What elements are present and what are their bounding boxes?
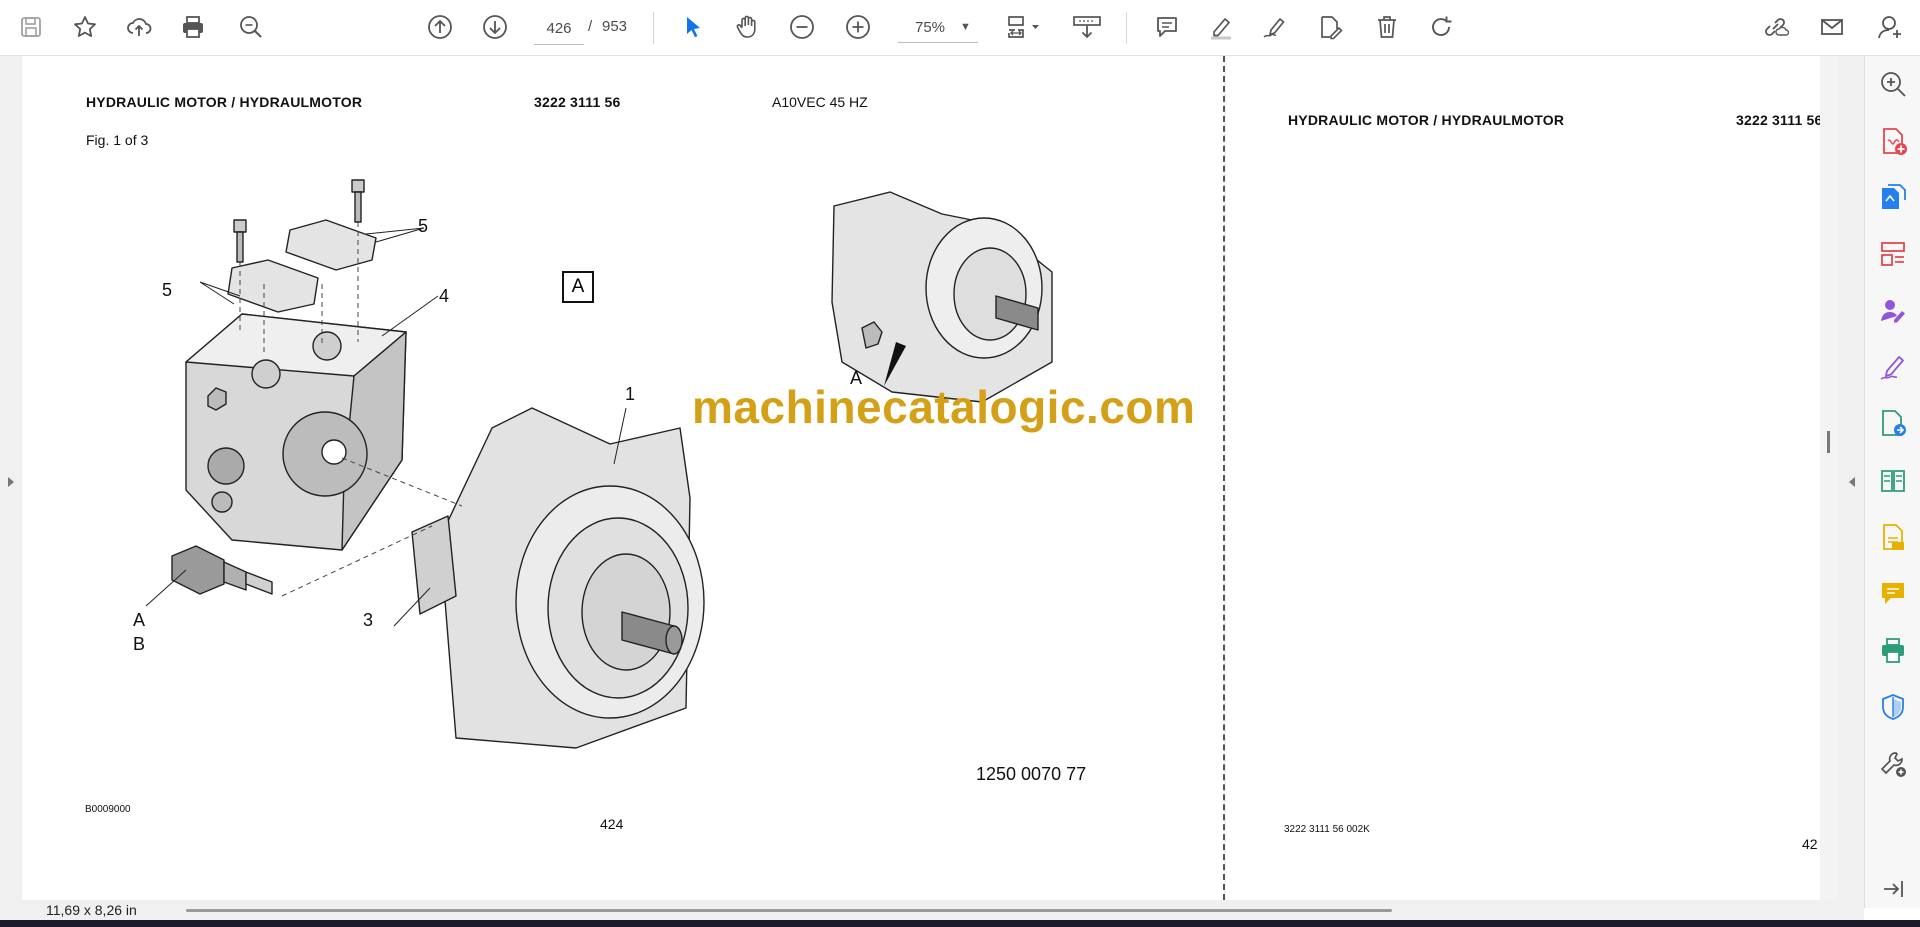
organize-pages-icon[interactable] <box>1878 239 1908 269</box>
email-icon[interactable] <box>1813 8 1851 46</box>
pdf-page-425: HYDRAULIC MOTOR / HYDRAULMOTOR 3222 3111… <box>1226 56 1820 900</box>
page-header-part-number: 3222 3111 56 <box>1736 112 1820 128</box>
right-panel-toggle[interactable] <box>1840 56 1864 908</box>
page-number-input[interactable] <box>534 12 584 45</box>
zoom-in-icon[interactable] <box>839 8 877 46</box>
callout-5-top: 5 <box>418 216 429 236</box>
select-cursor-icon[interactable] <box>674 8 712 46</box>
page-total: 953 <box>602 18 628 35</box>
request-signatures-icon[interactable] <box>1878 296 1908 326</box>
zoom-level-value: 75% <box>914 18 946 36</box>
rotate-icon[interactable] <box>1422 8 1460 46</box>
pdf-page-424: HYDRAULIC MOTOR / HYDRAULMOTOR 3222 3111… <box>22 56 1224 900</box>
comment-icon[interactable] <box>1148 8 1186 46</box>
callout-5-left: 5 <box>162 280 173 300</box>
left-panel-toggle[interactable] <box>0 56 22 908</box>
watermark-text: machinecatalogic.com <box>692 381 1196 433</box>
page-number-right: 42 <box>1802 836 1818 852</box>
more-tools-icon[interactable] <box>1878 749 1908 779</box>
chevron-right-icon <box>8 477 14 487</box>
scroll-mode-icon[interactable] <box>1066 8 1108 46</box>
fill-sign-icon[interactable] <box>1878 352 1908 382</box>
zoom-tool-icon[interactable] <box>1878 69 1908 99</box>
toolbar-divider <box>1126 12 1127 44</box>
export-pdf-icon[interactable] <box>1878 182 1908 212</box>
page-fit-icon[interactable] <box>1000 8 1048 46</box>
edit-document-icon[interactable] <box>1311 8 1349 46</box>
comment-tool-icon[interactable] <box>1878 578 1908 608</box>
delete-trash-icon[interactable] <box>1368 8 1406 46</box>
callout-label-b: B <box>133 634 146 654</box>
toolbar-divider <box>653 12 654 44</box>
protect-shield-icon[interactable] <box>1878 692 1908 722</box>
vertical-scrollbar-thumb[interactable] <box>1827 431 1830 453</box>
page-header-title: HYDRAULIC MOTOR / HYDRAULMOTOR <box>1288 112 1565 128</box>
save-icon[interactable] <box>12 8 50 46</box>
add-user-icon[interactable] <box>1871 8 1911 46</box>
callout-1: 1 <box>625 384 636 404</box>
page-separator: / <box>588 18 593 35</box>
highlight-pen-icon[interactable] <box>1202 8 1240 46</box>
tools-rail <box>1864 56 1920 908</box>
next-page-icon[interactable] <box>476 8 514 46</box>
footer-code: 3222 3111 56 002K <box>1284 824 1370 835</box>
zoom-level-dropdown[interactable]: 75% ▼ <box>898 12 978 43</box>
callout-4: 4 <box>439 286 450 306</box>
cloud-upload-icon[interactable] <box>120 8 158 46</box>
horizontal-scrollbar[interactable] <box>186 909 1392 912</box>
chevron-down-icon: ▼ <box>960 21 971 33</box>
status-bar: 11,69 x 8,26 in <box>0 900 1864 920</box>
view-a-box: A <box>562 271 594 303</box>
page-divider <box>1223 56 1225 900</box>
page-number-left: 424 <box>600 816 624 832</box>
zoom-out-icon[interactable] <box>783 8 821 46</box>
collapse-panel-icon[interactable] <box>1878 874 1908 904</box>
share-link-icon[interactable] <box>1756 8 1794 46</box>
hand-tool-icon[interactable] <box>728 8 766 46</box>
view-a-box-label: A <box>571 276 585 297</box>
print-production-icon[interactable] <box>1878 636 1908 666</box>
print-icon[interactable] <box>174 8 212 46</box>
star-bookmark-icon[interactable] <box>66 8 104 46</box>
callout-label-a: A <box>133 610 146 630</box>
main-toolbar: / 953 75% ▼ <box>0 0 1920 56</box>
chevron-left-icon <box>1849 477 1855 487</box>
callout-3: 3 <box>363 610 374 630</box>
drawing-part-number: 1250 0070 77 <box>976 764 1087 784</box>
taskbar-strip <box>0 920 1920 927</box>
create-pdf-icon[interactable] <box>1878 126 1908 156</box>
vertical-scrollbar[interactable] <box>1820 56 1838 900</box>
draw-signature-icon[interactable] <box>1256 8 1294 46</box>
compare-files-icon[interactable] <box>1878 466 1908 496</box>
page-size-label: 11,69 x 8,26 in <box>46 902 137 918</box>
footer-code: B0009000 <box>85 804 131 815</box>
previous-page-icon[interactable] <box>421 8 459 46</box>
zoom-search-icon[interactable] <box>232 8 270 46</box>
send-for-review-icon[interactable] <box>1878 408 1908 438</box>
scan-ocr-icon[interactable] <box>1878 522 1908 552</box>
